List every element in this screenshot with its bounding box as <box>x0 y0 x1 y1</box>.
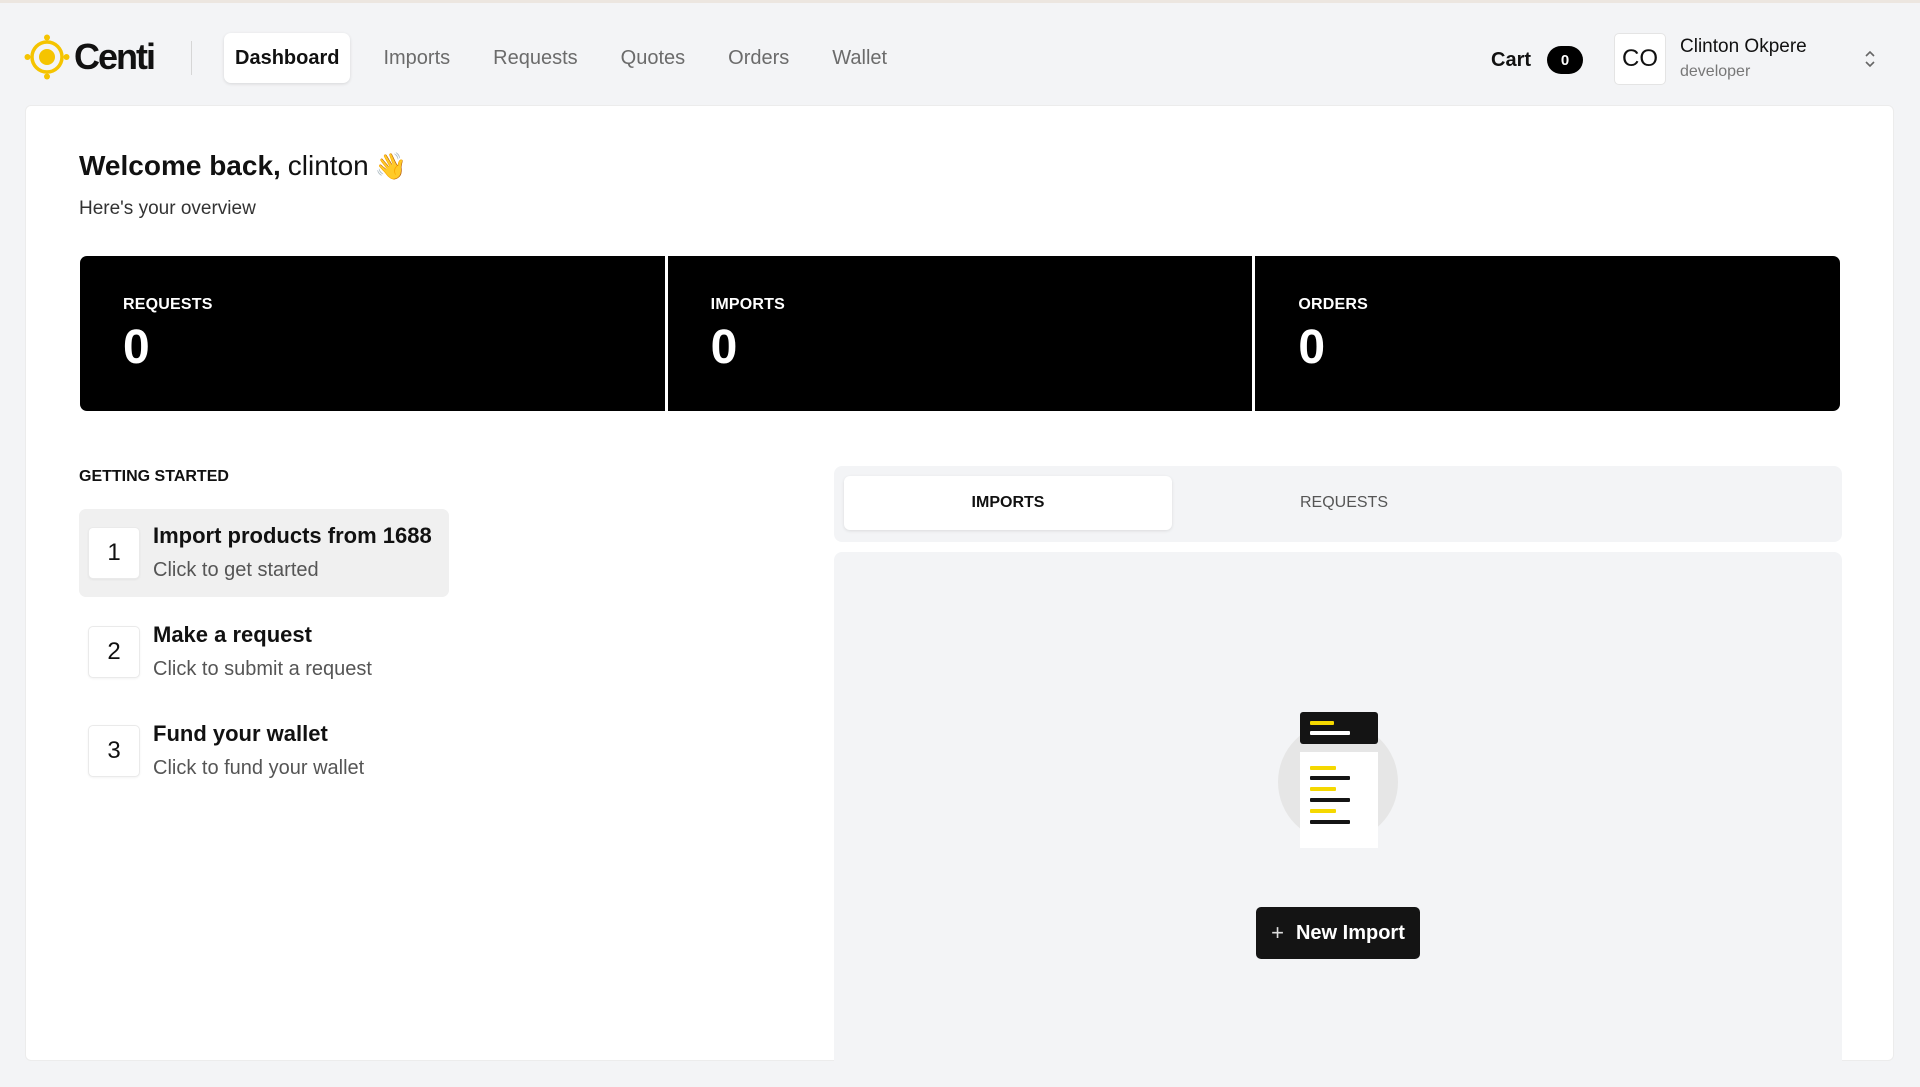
nav-tab-quotes[interactable]: Quotes <box>621 33 685 83</box>
panel-tabs: IMPORTS REQUESTS <box>834 466 1842 542</box>
step-subtitle: Click to get started <box>153 559 319 581</box>
nav-tab-imports[interactable]: Imports <box>383 33 450 83</box>
document-list-illustration-icon <box>1278 712 1398 848</box>
step-number: 1 <box>88 527 140 579</box>
nav-tab-requests[interactable]: Requests <box>493 33 578 83</box>
stat-orders: ORDERS 0 <box>1255 256 1840 411</box>
centi-sun-logo-icon <box>24 34 70 80</box>
cart-count-badge: 0 <box>1547 46 1584 74</box>
step-make-request[interactable]: 2 Make a request Click to submit a reque… <box>79 608 449 696</box>
user-name: Clinton Okpere <box>1680 36 1807 57</box>
tab-imports[interactable]: IMPORTS <box>844 476 1172 530</box>
stat-imports: IMPORTS 0 <box>667 256 1253 411</box>
step-title: Make a request <box>153 622 312 647</box>
cart-button[interactable]: Cart 0 <box>1491 43 1584 77</box>
new-import-button[interactable]: + New Import <box>1256 907 1420 959</box>
step-subtitle: Click to fund your wallet <box>153 757 365 779</box>
step-text: Fund your wallet Click to fund your wall… <box>153 719 364 783</box>
step-text: Import products from 1688 Click to get s… <box>153 521 432 585</box>
getting-started-title: GETTING STARTED <box>79 468 229 485</box>
stat-value: 0 <box>710 321 738 374</box>
step-import-products[interactable]: 1 Import products from 1688 Click to get… <box>79 509 449 597</box>
imports-panel: + New Import <box>834 552 1842 1062</box>
cart-label: Cart <box>1491 48 1532 71</box>
stat-requests: REQUESTS 0 <box>80 256 665 411</box>
step-text: Make a request Click to submit a request <box>153 620 372 684</box>
stat-value: 0 <box>123 321 150 374</box>
step-number: 2 <box>88 626 140 678</box>
header-divider <box>191 41 192 75</box>
stat-value: 0 <box>1298 321 1326 374</box>
dashboard-card: Welcome back, clinton 👋 Here's your over… <box>25 105 1894 1062</box>
user-info: Clinton Okpere developer <box>1680 34 1807 84</box>
step-fund-wallet[interactable]: 3 Fund your wallet Click to fund your wa… <box>79 707 449 795</box>
stat-label: REQUESTS <box>123 296 213 313</box>
user-menu[interactable]: CO Clinton Okpere developer <box>1614 33 1875 85</box>
step-title: Fund your wallet <box>153 721 328 746</box>
page-subtitle: Here's your overview <box>79 198 256 219</box>
welcome-prefix: Welcome back, <box>79 150 281 181</box>
chevron-up-down-icon <box>1865 50 1875 68</box>
waving-hand-icon: 👋 <box>374 150 408 181</box>
stats-row: REQUESTS 0 IMPORTS 0 ORDERS 0 <box>80 256 1840 411</box>
step-subtitle: Click to submit a request <box>153 658 372 680</box>
logo[interactable]: Centi <box>24 33 156 81</box>
avatar: CO <box>1614 33 1666 85</box>
nav-tab-wallet[interactable]: Wallet <box>832 33 887 83</box>
tab-requests[interactable]: REQUESTS <box>1180 476 1508 530</box>
brand-name: Centi <box>74 36 156 77</box>
page-title: Welcome back, clinton 👋 <box>79 150 407 182</box>
nav-tab-dashboard[interactable]: Dashboard <box>224 33 351 107</box>
top-header: Centi Dashboard Imports Requests Quotes … <box>0 3 1920 107</box>
main-nav: Dashboard Imports Requests Quotes Orders… <box>224 33 887 107</box>
welcome-name: clinton <box>287 150 369 181</box>
step-title: Import products from 1688 <box>153 523 432 548</box>
nav-tab-orders[interactable]: Orders <box>728 33 789 83</box>
new-import-label: New Import <box>1295 921 1405 944</box>
plus-icon: + <box>1271 920 1284 945</box>
user-role: developer <box>1680 63 1751 80</box>
getting-started-list: 1 Import products from 1688 Click to get… <box>79 509 449 806</box>
stat-label: IMPORTS <box>710 296 785 313</box>
step-number: 3 <box>88 725 140 777</box>
stat-label: ORDERS <box>1298 296 1368 313</box>
